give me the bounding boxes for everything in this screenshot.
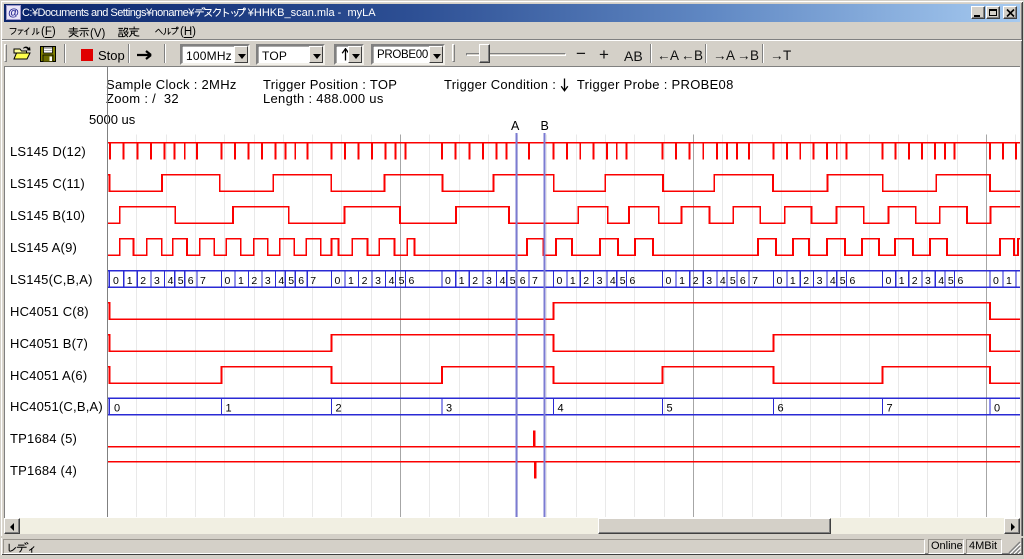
svg-text:6: 6 (778, 402, 784, 414)
svg-text:1: 1 (679, 275, 685, 287)
svg-text:5: 5 (288, 275, 294, 287)
svg-text:7: 7 (310, 275, 316, 287)
svg-text:6: 6 (740, 275, 746, 287)
svg-text:0: 0 (777, 275, 783, 287)
svg-text:5: 5 (399, 275, 405, 287)
svg-text:7: 7 (887, 402, 893, 414)
svg-text:2: 2 (803, 275, 809, 287)
svg-text:1: 1 (790, 275, 796, 287)
svg-text:2: 2 (583, 275, 589, 287)
svg-text:5: 5 (178, 275, 184, 287)
svg-text:2: 2 (693, 275, 699, 287)
svg-text:5: 5 (510, 275, 516, 287)
svg-text:5: 5 (840, 275, 846, 287)
svg-text:6: 6 (188, 275, 194, 287)
svg-text:0: 0 (557, 275, 563, 287)
svg-text:4: 4 (389, 275, 395, 287)
svg-text:1: 1 (127, 275, 133, 287)
svg-text:2: 2 (336, 402, 342, 414)
svg-text:2: 2 (912, 275, 918, 287)
svg-text:6: 6 (520, 275, 526, 287)
svg-text:0: 0 (225, 275, 231, 287)
svg-text:0: 0 (993, 275, 999, 287)
svg-text:2: 2 (251, 275, 257, 287)
svg-text:2: 2 (362, 275, 368, 287)
svg-text:1: 1 (570, 275, 576, 287)
svg-text:6: 6 (630, 275, 636, 287)
svg-text:0: 0 (335, 275, 341, 287)
svg-text:4: 4 (720, 275, 726, 287)
svg-text:3: 3 (706, 275, 712, 287)
svg-text:5: 5 (667, 402, 673, 414)
svg-text:5: 5 (620, 275, 626, 287)
svg-text:0: 0 (113, 275, 119, 287)
svg-text:4: 4 (610, 275, 616, 287)
svg-text:5: 5 (730, 275, 736, 287)
svg-text:3: 3 (446, 402, 452, 414)
svg-text:3: 3 (154, 275, 160, 287)
svg-text:4: 4 (938, 275, 944, 287)
svg-text:3: 3 (925, 275, 931, 287)
svg-text:3: 3 (375, 275, 381, 287)
svg-text:3: 3 (817, 275, 823, 287)
svg-text:1: 1 (238, 275, 244, 287)
svg-text:6: 6 (850, 275, 856, 287)
svg-text:7: 7 (752, 275, 758, 287)
svg-text:1: 1 (1006, 275, 1012, 287)
svg-text:4: 4 (500, 275, 506, 287)
svg-text:1: 1 (226, 402, 232, 414)
svg-text:6: 6 (958, 275, 964, 287)
svg-text:4: 4 (830, 275, 836, 287)
svg-text:1: 1 (348, 275, 354, 287)
svg-text:0: 0 (114, 402, 120, 414)
svg-text:5: 5 (948, 275, 954, 287)
svg-text:3: 3 (486, 275, 492, 287)
svg-text:4: 4 (168, 275, 174, 287)
svg-text:4: 4 (558, 402, 564, 414)
svg-text:4: 4 (278, 275, 284, 287)
svg-text:2: 2 (472, 275, 478, 287)
svg-text:1: 1 (459, 275, 465, 287)
svg-text:6: 6 (409, 275, 415, 287)
svg-text:0: 0 (445, 275, 451, 287)
svg-text:0: 0 (666, 275, 672, 287)
svg-text:3: 3 (597, 275, 603, 287)
svg-text:1: 1 (899, 275, 905, 287)
svg-text:3: 3 (265, 275, 271, 287)
svg-text:7: 7 (532, 275, 538, 287)
svg-text:2: 2 (140, 275, 146, 287)
svg-text:7: 7 (200, 275, 206, 287)
svg-text:0: 0 (994, 402, 1000, 414)
svg-text:0: 0 (886, 275, 892, 287)
svg-text:6: 6 (298, 275, 304, 287)
